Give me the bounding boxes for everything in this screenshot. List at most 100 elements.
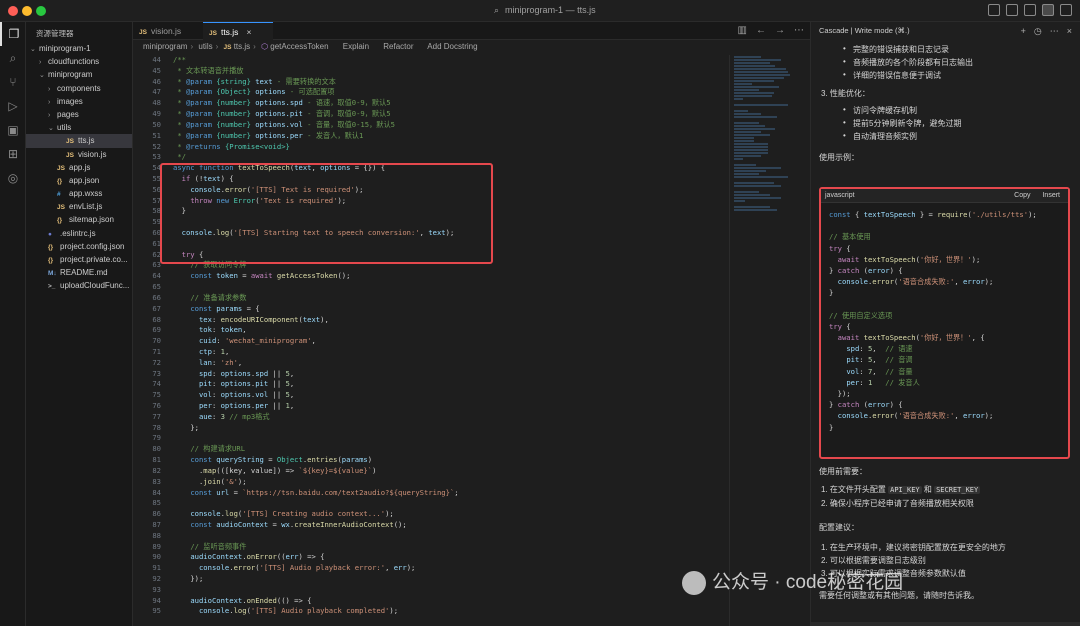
refactor-codelens[interactable]: Refactor: [383, 42, 413, 51]
code-line[interactable]: };: [173, 423, 459, 434]
code-line[interactable]: [173, 433, 459, 444]
breadcrumb-item[interactable]: miniprogram: [143, 42, 187, 51]
code-line[interactable]: audioContext.onError((err) => {: [173, 552, 459, 563]
code-line[interactable]: ctp: 1,: [173, 347, 459, 358]
customize-layout-icon[interactable]: [1060, 4, 1072, 16]
code-line[interactable]: [173, 498, 459, 509]
new-chat-icon[interactable]: +: [1021, 22, 1026, 40]
tree-item[interactable]: {} project.private.co...: [26, 253, 132, 266]
go-back-icon[interactable]: ←: [756, 25, 766, 36]
code-line[interactable]: const token = await getAccessToken();: [173, 271, 459, 282]
tab-vision-js[interactable]: JS vision.js: [133, 22, 201, 40]
code-line[interactable]: [173, 531, 459, 542]
code-line[interactable]: tok: token,: [173, 325, 459, 336]
code-line[interactable]: * @param {Object} options - 可选配置项: [173, 87, 459, 98]
more-actions-icon[interactable]: ⋯: [794, 25, 804, 36]
code-line[interactable]: * @param {number} options.per - 发音人，默认1: [173, 131, 459, 142]
breadcrumb-item[interactable]: getAccessToken: [270, 42, 328, 51]
code-line[interactable]: const params = {: [173, 304, 459, 315]
code-line[interactable]: [173, 282, 459, 293]
code-line[interactable]: // 准备请求参数: [173, 293, 459, 304]
code-line[interactable]: per: options.per || 1,: [173, 401, 459, 412]
code-line[interactable]: * 文本转语音并播放: [173, 66, 459, 77]
go-forward-icon[interactable]: →: [775, 25, 785, 36]
tree-item[interactable]: JS app.js: [26, 161, 132, 174]
toggle-panel-icon[interactable]: [1006, 4, 1018, 16]
run-debug-icon[interactable]: ▷: [0, 94, 26, 118]
code-line[interactable]: const queryString = Object.entries(param…: [173, 455, 459, 466]
minimap[interactable]: [729, 55, 810, 626]
code-line[interactable]: aue: 3 // mp3格式: [173, 412, 459, 423]
history-icon[interactable]: ◷: [1034, 22, 1042, 40]
minimize-window-button[interactable]: [22, 6, 32, 16]
tree-item[interactable]: {} app.json: [26, 174, 132, 187]
tree-item[interactable]: JS vision.js: [26, 148, 132, 161]
code-line[interactable]: console.log('[TTS] Audio playback comple…: [173, 606, 459, 617]
code-line[interactable]: * @returns {Promise<void>}: [173, 142, 459, 153]
code-line[interactable]: });: [173, 574, 459, 585]
code-line[interactable]: tex: encodeURIComponent(text),: [173, 315, 459, 326]
tree-item[interactable]: › components: [26, 82, 132, 95]
toggle-cascade-icon[interactable]: [1042, 4, 1054, 16]
code-line[interactable]: * @param {number} options.vol - 音量，取值0-1…: [173, 120, 459, 131]
code-line[interactable]: console.error('[TTS] Audio playback erro…: [173, 563, 459, 574]
tree-item[interactable]: {} sitemap.json: [26, 213, 132, 226]
code-line[interactable]: pit: options.pit || 5,: [173, 379, 459, 390]
more-icon[interactable]: ⋯: [1050, 22, 1059, 40]
tree-item[interactable]: JS envList.js: [26, 200, 132, 213]
source-control-icon[interactable]: ⑂: [0, 70, 26, 94]
toggle-primary-sidebar-icon[interactable]: [988, 4, 1000, 16]
code-line[interactable]: * @param {number} options.spd - 语速，取值0-9…: [173, 98, 459, 109]
insert-button[interactable]: Insert: [1042, 189, 1060, 203]
tree-item[interactable]: JS tts.js: [26, 134, 132, 148]
code-line[interactable]: lan: 'zh',: [173, 358, 459, 369]
code-content[interactable]: /** * 文本转语音并播放 * @param {string} text - …: [173, 55, 459, 617]
tab-tts-js[interactable]: JS tts.js ×: [203, 22, 273, 40]
github-icon[interactable]: ◎: [0, 166, 26, 190]
split-editor-icon[interactable]: ▥: [738, 25, 747, 36]
tree-item[interactable]: ⌄ miniprogram-1: [26, 42, 132, 55]
extensions-icon[interactable]: ⊞: [0, 142, 26, 166]
chat-input-edge[interactable]: [811, 622, 1080, 626]
code-line[interactable]: const audioContext = wx.createInnerAudio…: [173, 520, 459, 531]
code-line[interactable]: * @param {string} text - 需要转换的文本: [173, 77, 459, 88]
close-panel-icon[interactable]: ×: [1067, 22, 1072, 40]
maximize-window-button[interactable]: [36, 6, 46, 16]
command-center[interactable]: ⌕ miniprogram-1 — tts.js: [494, 5, 596, 16]
code-line[interactable]: spd: options.spd || 5,: [173, 369, 459, 380]
search-icon[interactable]: ⌕: [0, 46, 26, 70]
explain-codelens[interactable]: Explain: [343, 42, 369, 51]
copy-button[interactable]: Copy: [1014, 189, 1030, 203]
tree-item[interactable]: ⌄ utils: [26, 121, 132, 134]
tree-item[interactable]: › pages: [26, 108, 132, 121]
breadcrumb-item[interactable]: utils: [198, 42, 212, 51]
tree-item[interactable]: ⌄ miniprogram: [26, 68, 132, 81]
remote-explorer-icon[interactable]: ▣: [0, 118, 26, 142]
close-tab-icon[interactable]: ×: [246, 27, 251, 37]
tree-item[interactable]: › cloudfunctions: [26, 55, 132, 68]
code-line[interactable]: /**: [173, 55, 459, 66]
code-line[interactable]: * @param {number} options.pit - 音调，取值0-9…: [173, 109, 459, 120]
code-line[interactable]: cuid: 'wechat_miniprogram',: [173, 336, 459, 347]
tree-item[interactable]: ● .eslintrc.js: [26, 227, 132, 240]
code-line[interactable]: .map(([key, value]) => `${key}=${value}`…: [173, 466, 459, 477]
add-docstring-codelens[interactable]: Add Docstring: [427, 42, 477, 51]
close-window-button[interactable]: [8, 6, 18, 16]
tree-item[interactable]: › images: [26, 95, 132, 108]
code-line[interactable]: const url = `https://tsn.baidu.com/text2…: [173, 488, 458, 499]
tree-item[interactable]: {} project.config.json: [26, 240, 132, 253]
breadcrumb-item[interactable]: tts.js: [234, 42, 250, 51]
explorer-icon[interactable]: ❐: [0, 22, 26, 46]
code-line[interactable]: // 监听音频事件: [173, 542, 459, 553]
code-editor[interactable]: 44 45 46 47 48 49 50 51 52 53 54 55 56 57 58 59 60 61 62 63…: [133, 55, 729, 626]
code-line[interactable]: audioContext.onEnded(() => {: [173, 596, 459, 607]
code-line[interactable]: // 构建请求URL: [173, 444, 459, 455]
code-line[interactable]: console.log('[TTS] Creating audio contex…: [173, 509, 459, 520]
toggle-secondary-sidebar-icon[interactable]: [1024, 4, 1036, 16]
code-line[interactable]: vol: options.vol || 5,: [173, 390, 459, 401]
code-line[interactable]: .join('&');: [173, 477, 459, 488]
code-line[interactable]: [173, 585, 459, 596]
tree-item[interactable]: M↓ README.md: [26, 266, 132, 279]
tree-item[interactable]: >_ uploadCloudFunc...: [26, 279, 132, 292]
tree-item[interactable]: # app.wxss: [26, 187, 132, 200]
